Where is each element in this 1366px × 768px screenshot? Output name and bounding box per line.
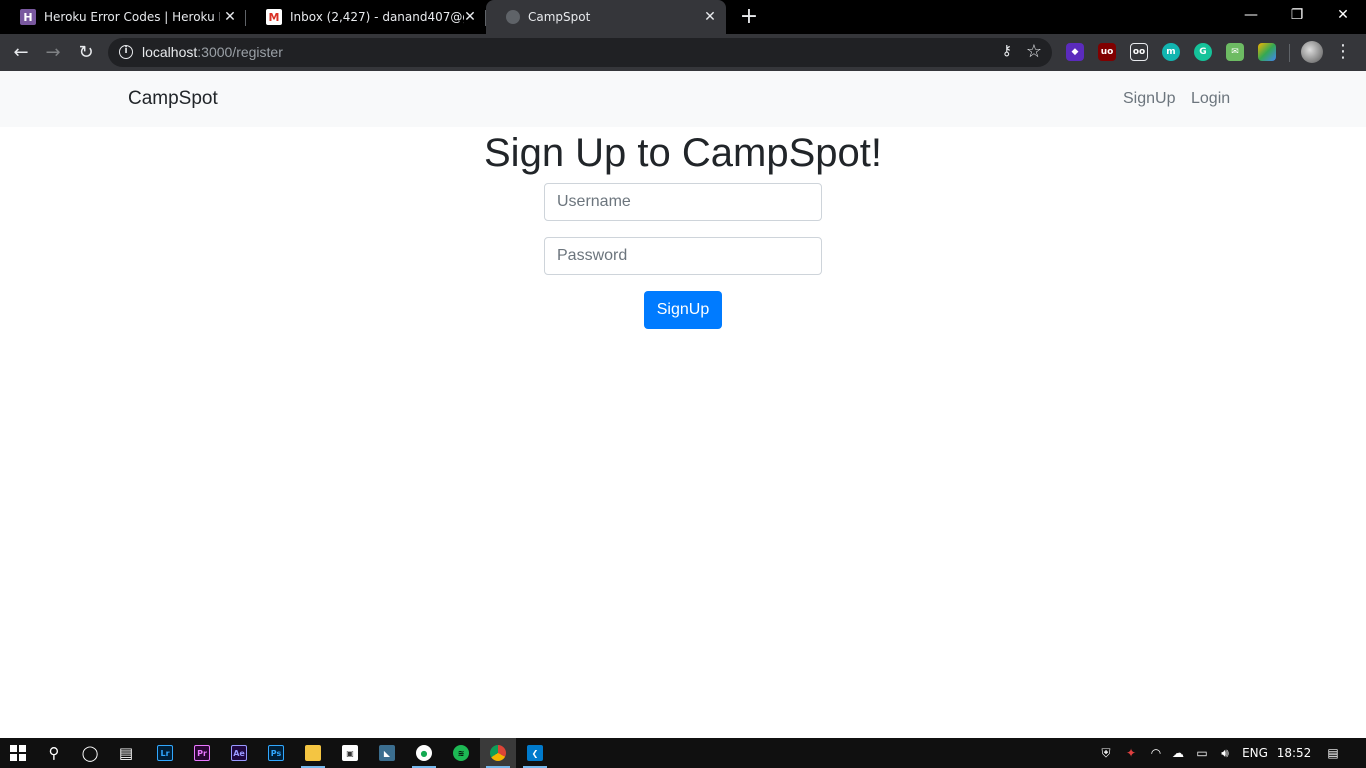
- mongodb-compass-icon[interactable]: ●: [406, 738, 442, 768]
- mail-extension-icon[interactable]: ✉: [1226, 43, 1244, 61]
- url-path: :3000/register: [197, 44, 283, 60]
- grammarly-icon[interactable]: G: [1194, 43, 1212, 61]
- security-tray-icon[interactable]: ⛨: [1096, 738, 1116, 768]
- notifications-icon[interactable]: ▤: [1322, 738, 1344, 768]
- m-extension-icon[interactable]: m: [1162, 43, 1180, 61]
- language-indicator[interactable]: ENG: [1240, 738, 1270, 768]
- spotify-icon[interactable]: ≋: [443, 738, 479, 768]
- battery-icon[interactable]: ▭: [1192, 738, 1212, 768]
- gmail-icon: M: [266, 9, 282, 25]
- volume-icon[interactable]: 🔊︎: [1214, 738, 1236, 768]
- key-icon[interactable]: ⚷: [1002, 43, 1012, 59]
- ublock-icon[interactable]: uo: [1098, 43, 1116, 61]
- colorful-extension-icon[interactable]: [1258, 43, 1276, 61]
- wifi-icon[interactable]: ◠: [1146, 738, 1166, 768]
- nav-signup-link[interactable]: SignUp: [1123, 90, 1175, 108]
- restore-icon[interactable]: ❐: [1274, 0, 1320, 34]
- close-tab-icon[interactable]: ✕: [702, 9, 718, 25]
- onedrive-icon[interactable]: ☁: [1168, 738, 1188, 768]
- signup-button[interactable]: SignUp: [644, 291, 722, 329]
- minimize-icon[interactable]: —: [1228, 0, 1274, 34]
- chrome-menu-icon[interactable]: ⋮: [1333, 40, 1353, 64]
- chrome-icon[interactable]: [480, 738, 516, 768]
- reader-extension-icon[interactable]: oo: [1130, 43, 1148, 61]
- address-bar[interactable]: i localhost:3000/register ⚷ ☆: [108, 38, 1052, 67]
- close-window-icon[interactable]: ✕: [1320, 0, 1366, 34]
- site-info-icon[interactable]: i: [119, 45, 133, 59]
- clock[interactable]: 18:52: [1276, 738, 1312, 768]
- close-tab-icon[interactable]: ✕: [222, 9, 238, 25]
- nav-login-link[interactable]: Login: [1191, 90, 1230, 108]
- photoshop-icon[interactable]: Ps: [258, 738, 294, 768]
- profile-avatar[interactable]: [1301, 41, 1323, 63]
- page-title: Sign Up to CampSpot!: [484, 131, 882, 175]
- back-icon[interactable]: ←: [8, 40, 34, 66]
- windows-taskbar: ⚲ ◯ ▤ Lr Pr Ae Ps ▣ ◣ ● ≋ ❮ ⛨ ✦ ◠ ☁ ▭ 🔊︎…: [0, 738, 1366, 768]
- browser-tab-strip: H Heroku Error Codes | Heroku Dev ✕ M In…: [0, 0, 1366, 34]
- app-tray-icon[interactable]: ✦: [1120, 738, 1142, 768]
- browser-toolbar: ← → ↻ i localhost:3000/register ⚷ ☆ ◆ uo…: [0, 34, 1366, 71]
- globe-icon: [506, 10, 520, 24]
- tab-title: Heroku Error Codes | Heroku Dev: [44, 10, 220, 24]
- task-view-icon[interactable]: ▤: [108, 738, 144, 768]
- reload-icon[interactable]: ↻: [73, 40, 99, 66]
- navbar-brand[interactable]: CampSpot: [128, 88, 218, 110]
- url-text: localhost:3000/register: [142, 44, 283, 60]
- heroku-icon: H: [20, 9, 36, 25]
- store-icon[interactable]: ▣: [332, 738, 368, 768]
- tab-campspot[interactable]: CampSpot ✕: [486, 0, 726, 34]
- tab-title: Inbox (2,427) - danand407@gma: [290, 10, 464, 24]
- tab-title: CampSpot: [528, 10, 591, 24]
- start-icon[interactable]: [0, 738, 36, 768]
- close-tab-icon[interactable]: ✕: [462, 9, 478, 25]
- app-icon[interactable]: ◣: [369, 738, 405, 768]
- tab-heroku[interactable]: H Heroku Error Codes | Heroku Dev ✕: [0, 0, 246, 34]
- after-effects-icon[interactable]: Ae: [221, 738, 257, 768]
- url-host: localhost: [142, 44, 198, 60]
- premiere-icon[interactable]: Pr: [184, 738, 220, 768]
- search-icon[interactable]: ⚲: [36, 738, 72, 768]
- bookmark-star-icon[interactable]: ☆: [1026, 41, 1042, 62]
- toolbar-separator: [1289, 44, 1290, 62]
- purple-gem-extension-icon[interactable]: ◆: [1066, 43, 1084, 61]
- file-explorer-icon[interactable]: [295, 738, 331, 768]
- new-tab-button[interactable]: +: [738, 6, 760, 28]
- lightroom-icon[interactable]: Lr: [147, 738, 183, 768]
- username-input[interactable]: [544, 183, 822, 221]
- password-input[interactable]: [544, 237, 822, 275]
- tab-gmail[interactable]: M Inbox (2,427) - danand407@gma ✕: [246, 0, 486, 34]
- cortana-icon[interactable]: ◯: [72, 738, 108, 768]
- vscode-icon[interactable]: ❮: [517, 738, 553, 768]
- forward-icon[interactable]: →: [40, 40, 66, 66]
- site-navbar: CampSpot SignUp Login: [0, 71, 1366, 127]
- web-page: CampSpot SignUp Login Sign Up to CampSpo…: [0, 71, 1366, 738]
